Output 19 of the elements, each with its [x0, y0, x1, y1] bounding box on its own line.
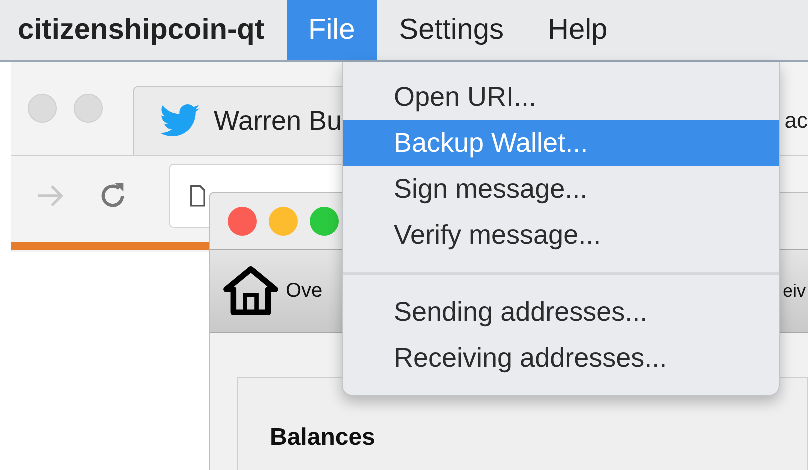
menu-title[interactable]: Help — [526, 0, 630, 60]
window-button[interactable] — [28, 94, 57, 123]
menu-item[interactable]: Receiving addresses... — [343, 335, 779, 381]
menu-title[interactable]: Settings — [377, 0, 526, 60]
home-icon — [222, 265, 280, 317]
menu-item[interactable]: Sending addresses... — [343, 289, 779, 335]
bird-icon — [160, 104, 200, 138]
menu-item[interactable]: Verify message... — [343, 212, 779, 258]
page-icon — [190, 185, 206, 207]
section-title: Balances — [270, 424, 376, 451]
close-button[interactable] — [228, 206, 257, 236]
window-button[interactable] — [74, 94, 103, 123]
browser-tab[interactable]: ac — [784, 108, 808, 134]
app-name: citizenshipcoin-qt — [17, 14, 266, 46]
zoom-button[interactable] — [310, 206, 339, 236]
toolbar-button[interactable]: eiv — [782, 280, 806, 302]
minimize-button[interactable] — [269, 206, 298, 236]
toolbar-button[interactable]: Ove — [210, 265, 323, 317]
menu-item[interactable]: Sign message... — [343, 166, 779, 212]
